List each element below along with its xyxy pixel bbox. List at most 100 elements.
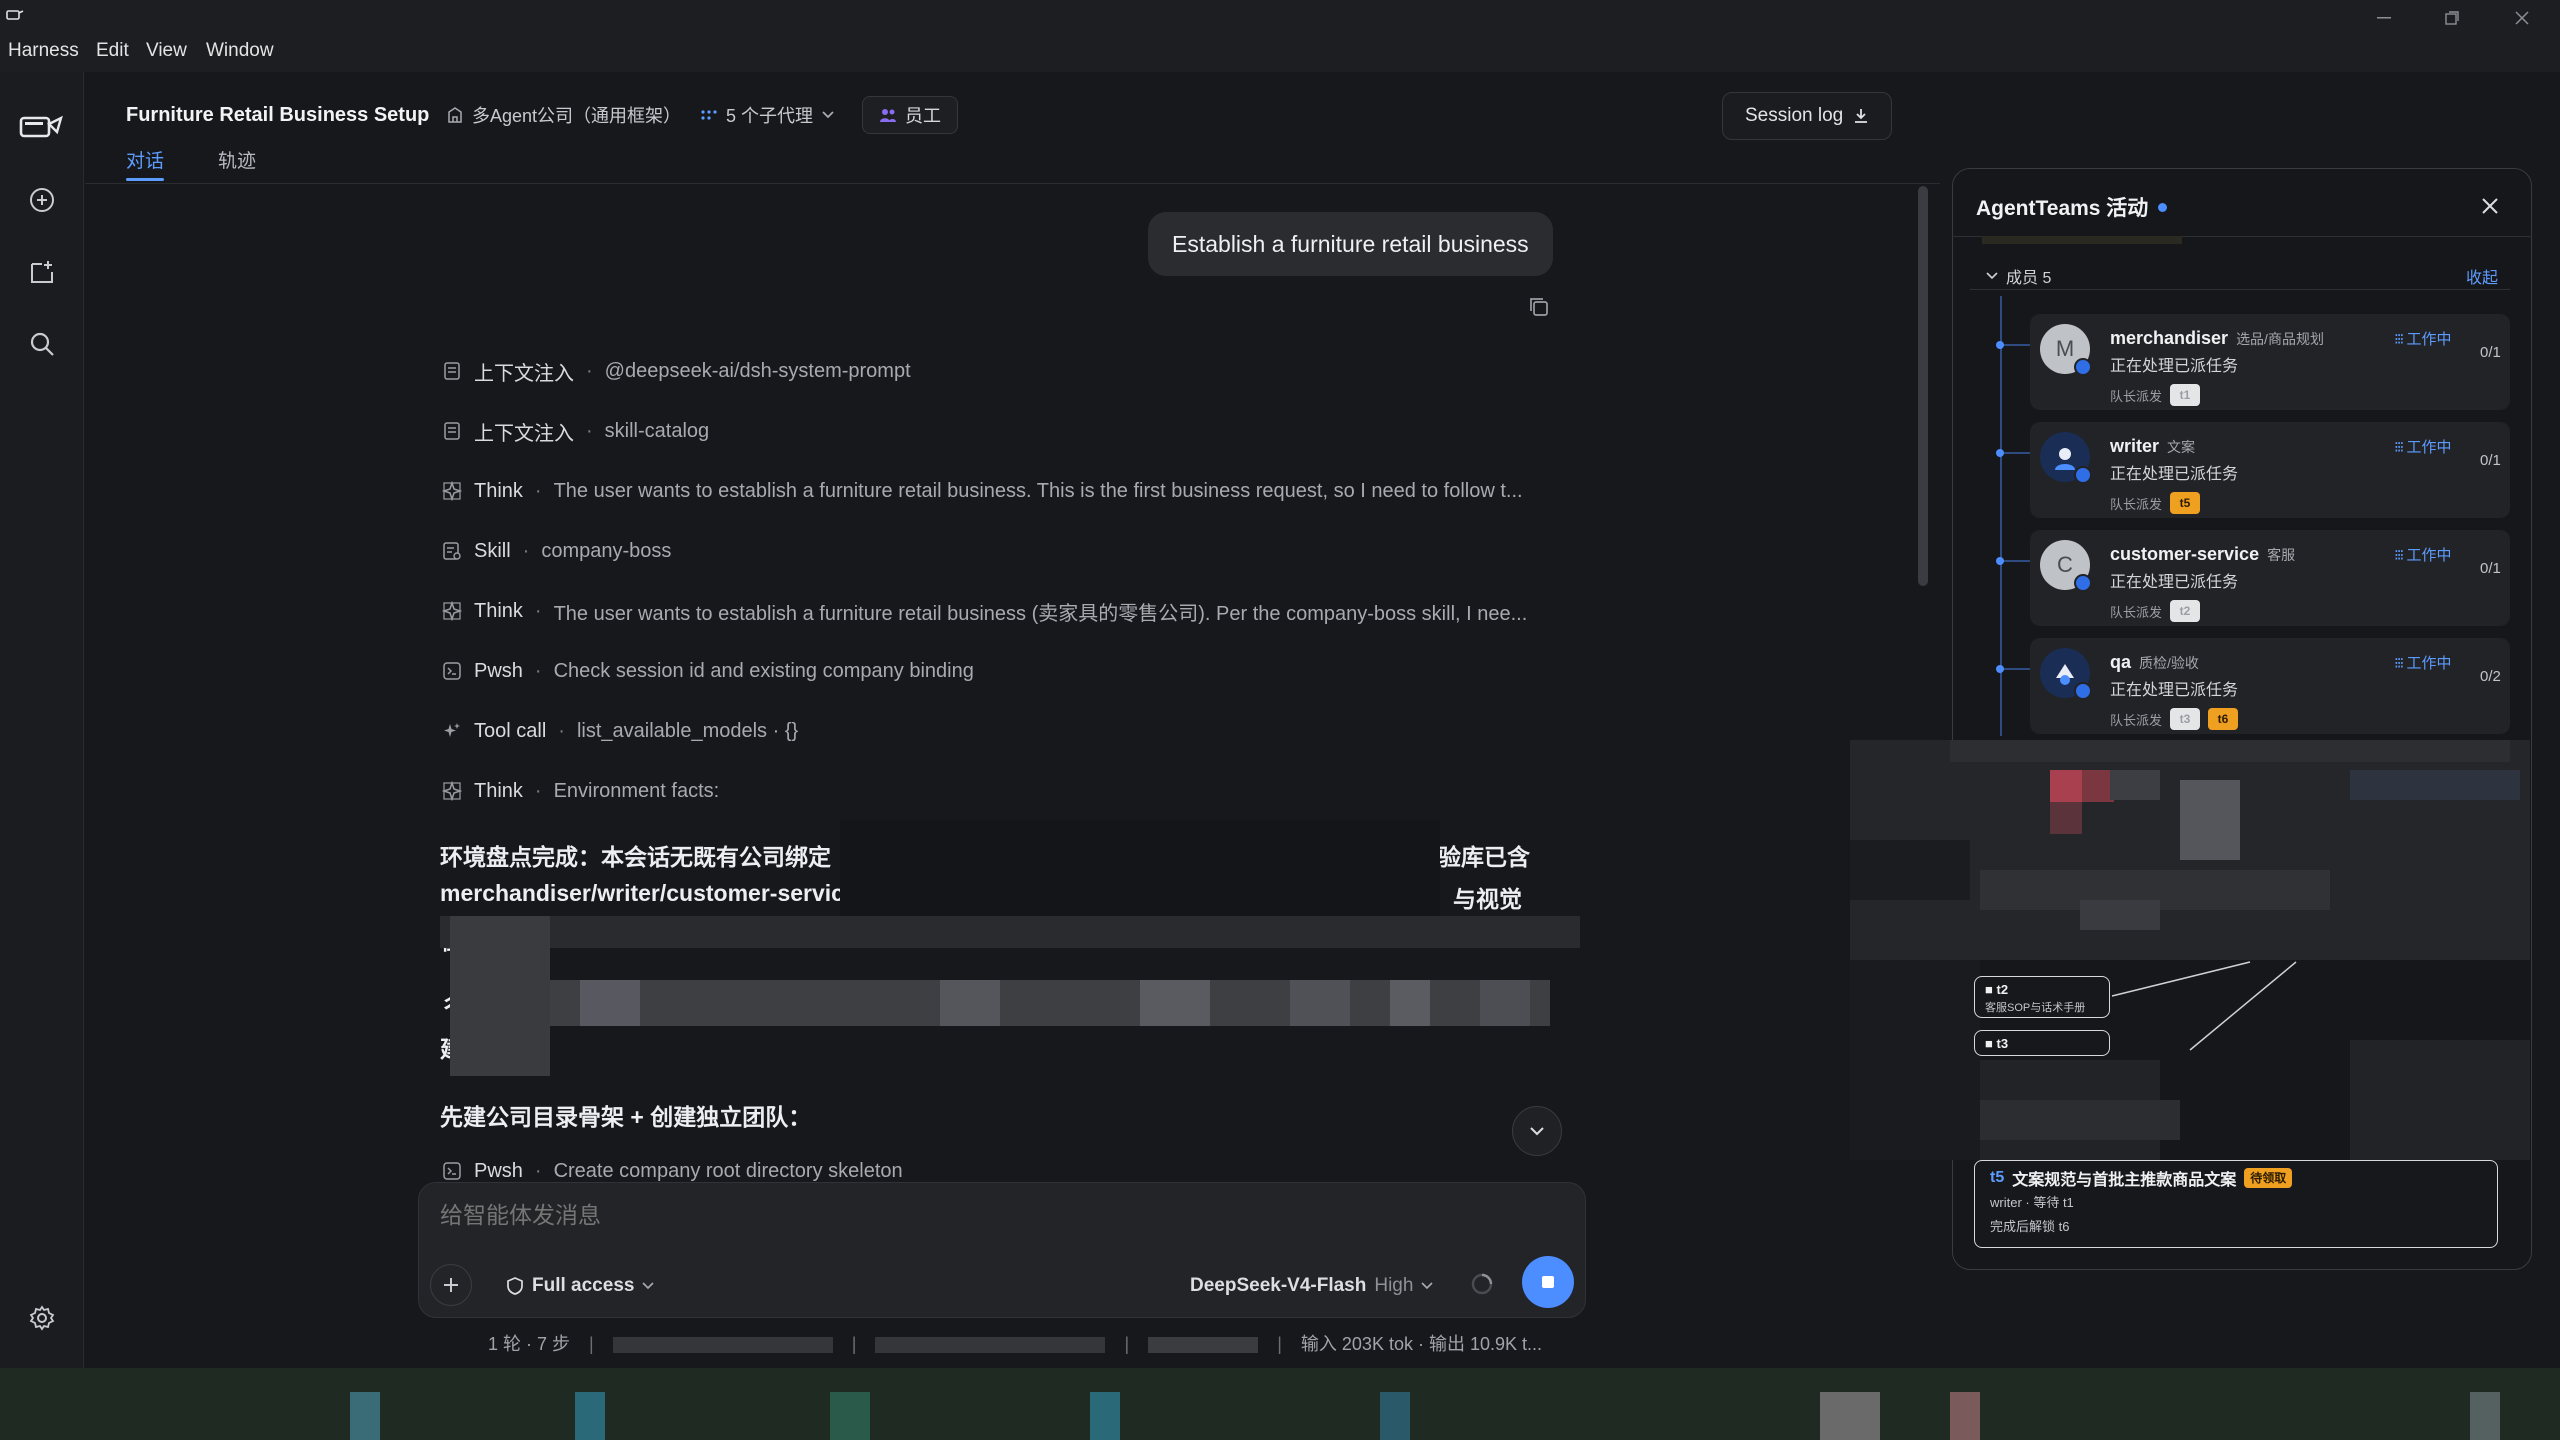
step-skill[interactable]: Skill · company-boss [440,536,671,566]
conversation-header [85,72,1940,184]
member-lead: 队长派发 t1 [2110,384,2201,406]
member-card-merchandiser[interactable]: M merchandiser 选品/商品规划 ⁝⁝⁝ 工作中 0/1 正在处理已派… [1996,314,2510,410]
redacted-stat [612,1337,833,1354]
page-title: Furniture Retail Business Setup [126,104,430,126]
panel-title-text: AgentTeams 活动 [1976,197,2149,220]
step-detail: @deepseek-ai/dsh-system-prompt [604,359,911,382]
chevron-down-icon [1529,1126,1545,1136]
copy-icon[interactable] [1528,296,1550,318]
session-log-button[interactable]: Session log [1722,92,1893,140]
collapse-button[interactable]: 收起 [2466,264,2498,288]
menu-harness[interactable]: Harness [8,40,79,62]
menu-window[interactable]: Window [206,40,274,62]
member-lead: 队长派发 t2 [2110,600,2201,622]
task-tag[interactable]: t5 [2170,492,2201,514]
staff-label: 员工 [905,106,941,126]
task-tag[interactable]: t1 [2170,384,2201,406]
user-message: Establish a furniture retail business [1148,212,1553,276]
redacted-stat [875,1337,1106,1354]
member-task-count: 0/2 [2480,668,2501,685]
member-status: ⁝⁝⁝ 工作中 [2394,655,2452,672]
new-project-icon[interactable] [18,248,66,296]
access-dropdown[interactable]: Full access [506,1270,655,1302]
agents-icon [700,109,718,121]
settings-gear-icon[interactable] [18,1294,66,1342]
minimize-icon[interactable] [2364,4,2404,32]
terminal-icon [440,659,464,683]
step-label: Tool call [474,719,547,742]
step-context-1[interactable]: 上下文注入 · @deepseek-ai/dsh-system-prompt [440,356,911,386]
agents-dropdown[interactable]: 5 个子代理 [700,96,835,134]
chat-scrollbar[interactable] [1918,186,1928,586]
staff-button[interactable]: 员工 [862,96,958,134]
attach-button[interactable] [430,1264,472,1306]
tab-trace[interactable]: 轨迹 [218,146,256,173]
section-heading: 先建公司目录骨架 + 创建独立团队： [440,1104,812,1130]
task-id: ■ t2 [1985,982,2009,997]
effort-level: High [1374,1275,1414,1296]
terminal-icon [440,1160,464,1182]
members-toggle[interactable]: 成员 5 [1986,264,2051,288]
restore-icon[interactable] [2432,4,2472,32]
model-dropdown[interactable]: DeepSeek-V4-Flash High [1190,1270,1434,1302]
member-card-qa[interactable]: qa 质检/验收 ⁝⁝⁝ 工作中 0/2 正在处理已派任务 队长派发 t3 t6 [1996,638,2510,734]
download-icon [1853,108,1869,124]
member-status: ⁝⁝⁝ 工作中 [2394,439,2452,456]
window-close-icon[interactable] [2502,4,2542,32]
panel-close-icon[interactable] [2472,188,2508,224]
search-icon[interactable] [18,320,66,368]
stop-button[interactable] [1522,1256,1574,1308]
step-think-2[interactable]: Think · The user wants to establish a fur… [440,596,1560,626]
tab-conversation[interactable]: 对话 [126,146,164,173]
step-think-3[interactable]: Think · Environment facts: [440,776,719,806]
member-card-customer-service[interactable]: C customer-service 客服 ⁝⁝⁝ 工作中 0/1 正在处理已派任… [1996,530,2510,626]
task-tag[interactable]: t2 [2170,600,2201,622]
chevron-down-icon [642,1282,655,1290]
think-icon [440,599,464,623]
step-label: Think [474,779,523,802]
member-task-count: 0/1 [2480,452,2501,469]
step-label: Pwsh [474,659,523,682]
title-bar [0,0,2560,72]
message-input[interactable] [440,1202,1540,1229]
think-icon [440,479,464,503]
step-context-2[interactable]: 上下文注入 · skill-catalog [440,416,709,446]
step-label: Think [474,599,523,622]
building-icon [446,106,464,124]
member-task-count: 0/1 [2480,560,2501,577]
company-label: 多Agent公司（通用框架） [472,106,682,126]
app-logo-icon [6,8,24,22]
company-chip[interactable]: 多Agent公司（通用框架） [446,96,681,134]
agents-count: 5 个子代理 [726,106,814,126]
step-think-1[interactable]: Think · The user wants to establish a fur… [440,476,1560,506]
member-lead: 队长派发 t5 [2110,492,2201,514]
step-pwsh-2[interactable]: Pwsh · Create company root directory skel… [440,1160,903,1182]
task-tag[interactable]: t6 [2208,708,2239,730]
harness-logo-icon[interactable] [18,102,66,150]
people-icon [879,107,897,123]
chevron-down-icon [821,110,835,120]
step-detail: The user wants to establish a furniture … [553,602,1528,625]
task-node-t2[interactable]: ■ t2 客服SOP与话术手册 [1974,976,2110,1018]
member-task-text: 正在处理已派任务 [2110,466,2239,483]
avatar [2040,432,2092,484]
menu-view[interactable]: View [146,40,187,62]
task-node-t3[interactable]: ■ t3 [1974,1030,2110,1056]
member-status: ⁝⁝⁝ 工作中 [2394,547,2452,564]
task-unlock: 完成后解锁 t6 [1990,1219,2070,1234]
step-tool-call[interactable]: Tool call · list_available_models · {} [440,716,798,746]
access-label: Full access [532,1275,635,1296]
menu-edit[interactable]: Edit [96,40,129,62]
sparkle-icon [440,719,464,743]
member-task-text: 正在处理已派任务 [2110,358,2239,375]
member-name: writer 文案 [2110,436,2196,456]
scroll-down-button[interactable] [1512,1106,1562,1156]
members-count: 成员 5 [2006,270,2052,287]
new-chat-icon[interactable] [18,176,66,224]
member-card-writer[interactable]: writer 文案 ⁝⁝⁝ 工作中 0/1 正在处理已派任务 队长派发 t5 [1996,422,2510,518]
think-icon [440,779,464,803]
document-icon [440,419,464,443]
task-tag[interactable]: t3 [2170,708,2201,730]
step-pwsh-1[interactable]: Pwsh · Check session id and existing comp… [440,656,974,686]
step-detail: Create company root directory skeleton [553,1160,903,1182]
